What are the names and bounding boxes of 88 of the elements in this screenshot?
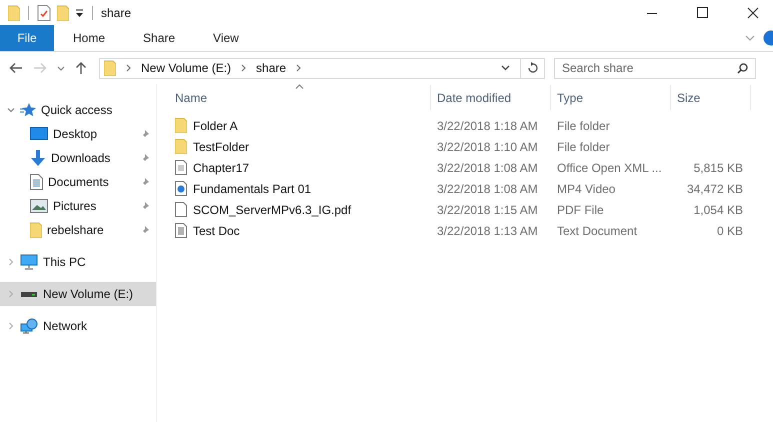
size-cell: 1,054 KB	[694, 202, 743, 216]
ribbon-tab[interactable]: Home	[54, 25, 124, 51]
sort-up-icon	[295, 84, 304, 89]
sidebar-label: Downloads	[51, 151, 110, 165]
sidebar-label: rebelshare	[47, 223, 104, 237]
type-cell-text: Office Open XML ...	[556, 160, 663, 174]
sidebar-item[interactable]: Network	[0, 314, 156, 338]
maximize-icon[interactable]	[697, 7, 708, 18]
breadcrumb-chevron-icon[interactable]	[126, 64, 131, 72]
chevron-down-icon[interactable]	[745, 35, 755, 41]
folder-icon	[30, 222, 42, 238]
drive-icon	[20, 290, 38, 298]
date-cell-text: 3/22/2018 1:15 AM	[436, 202, 539, 216]
close-icon[interactable]	[747, 6, 759, 18]
sidebar-item[interactable]: New Volume (E:)	[0, 282, 156, 306]
type-cell-text: MP4 Video	[556, 182, 616, 196]
breadcrumb-item[interactable]: share	[256, 61, 286, 75]
sidebar-item[interactable]: Desktop	[0, 122, 156, 146]
file-name[interactable]: Folder A	[193, 118, 238, 132]
download-arrow-icon	[30, 150, 46, 166]
sidebar-label: Network	[43, 319, 88, 333]
sidebar-label: Quick access	[41, 103, 112, 117]
ribbon-tab[interactable]: Share	[124, 25, 194, 51]
sidebar-item[interactable]: This PC	[0, 250, 156, 274]
column-header[interactable]: Type	[551, 85, 671, 110]
column-header[interactable]: Date modified	[431, 85, 551, 110]
size-cell: 34,472 KB	[686, 182, 743, 196]
file-name[interactable]: TestFolder	[193, 140, 250, 154]
network-icon	[20, 318, 38, 334]
refresh-icon[interactable]	[527, 62, 539, 74]
date-cell-text: 3/22/2018 1:18 AM	[436, 118, 539, 132]
sidebar-label: Documents	[48, 175, 109, 189]
folder-icon	[104, 60, 116, 76]
sidebar-label: This PC	[43, 255, 86, 269]
folder-icon	[175, 139, 187, 154]
search-icon	[737, 62, 748, 74]
sidebar-item[interactable]: Quick access	[0, 98, 156, 122]
sidebar-label: New Volume (E:)	[43, 287, 134, 301]
size-cell: 0 KB	[716, 224, 743, 238]
document-icon	[30, 174, 43, 190]
sidebar-item[interactable]: Documents	[0, 170, 156, 194]
blank-file-icon	[175, 202, 187, 217]
ribbon-tab[interactable]: View	[194, 25, 258, 51]
desktop-icon	[30, 127, 48, 141]
document-icon	[175, 160, 187, 175]
sidebar-item[interactable]: Downloads	[0, 146, 156, 170]
column-header[interactable]: Size	[671, 85, 751, 110]
chevron-down-icon[interactable]	[7, 106, 15, 114]
breadcrumb-chevron-icon[interactable]	[241, 64, 246, 72]
sidebar-item[interactable]: rebelshare	[0, 218, 156, 242]
file-name[interactable]: Test Doc	[193, 224, 240, 238]
chevron-right-icon[interactable]	[7, 258, 15, 266]
sidebar-label: Desktop	[53, 127, 98, 141]
window-title: share	[101, 6, 132, 20]
type-cell-text: File folder	[556, 118, 611, 132]
date-cell-text: 3/22/2018 1:10 AM	[436, 140, 539, 154]
column-header[interactable]: Name	[157, 85, 431, 110]
address-bar[interactable]: New Volume (E:) share	[99, 58, 545, 78]
breadcrumb-chevron-icon[interactable]	[296, 64, 302, 72]
file-name[interactable]: SCOM_ServerMPv6.3_IG.pdf	[193, 202, 352, 216]
computer-icon	[20, 254, 38, 270]
media-file-icon	[175, 181, 187, 196]
breadcrumb-item[interactable]: New Volume (E:)	[141, 61, 232, 75]
sidebar-label: Pictures	[53, 199, 96, 213]
history-dropdown-icon[interactable]	[501, 65, 510, 71]
type-cell-text: PDF File	[556, 202, 605, 216]
recent-chevron-icon[interactable]	[57, 66, 65, 70]
up-arrow-icon[interactable]	[75, 61, 87, 75]
picture-icon	[30, 199, 48, 213]
file-name[interactable]: Fundamentals Part 01	[193, 182, 312, 196]
help-icon[interactable]	[763, 30, 773, 46]
properties-icon[interactable]	[37, 4, 51, 20]
file-name[interactable]: Chapter17	[193, 160, 250, 174]
size-cell: 5,815 KB	[694, 160, 743, 174]
star-icon	[20, 103, 36, 117]
dropdown-icon[interactable]	[75, 8, 84, 16]
date-cell-text: 3/22/2018 1:13 AM	[436, 224, 539, 238]
type-cell-text: Text Document	[556, 224, 638, 238]
ribbon-tab[interactable]: File	[0, 25, 54, 51]
chevron-right-icon[interactable]	[7, 322, 15, 330]
type-cell-text: File folder	[556, 140, 611, 154]
folder-icon	[175, 118, 187, 133]
back-arrow-icon[interactable]	[9, 62, 23, 74]
search-field[interactable]: Search share	[554, 58, 756, 78]
text-file-icon	[175, 223, 187, 238]
date-cell-text: 3/22/2018 1:08 AM	[436, 160, 539, 174]
sidebar-item[interactable]: Pictures	[0, 194, 156, 218]
date-cell-text: 3/22/2018 1:08 AM	[436, 182, 539, 196]
